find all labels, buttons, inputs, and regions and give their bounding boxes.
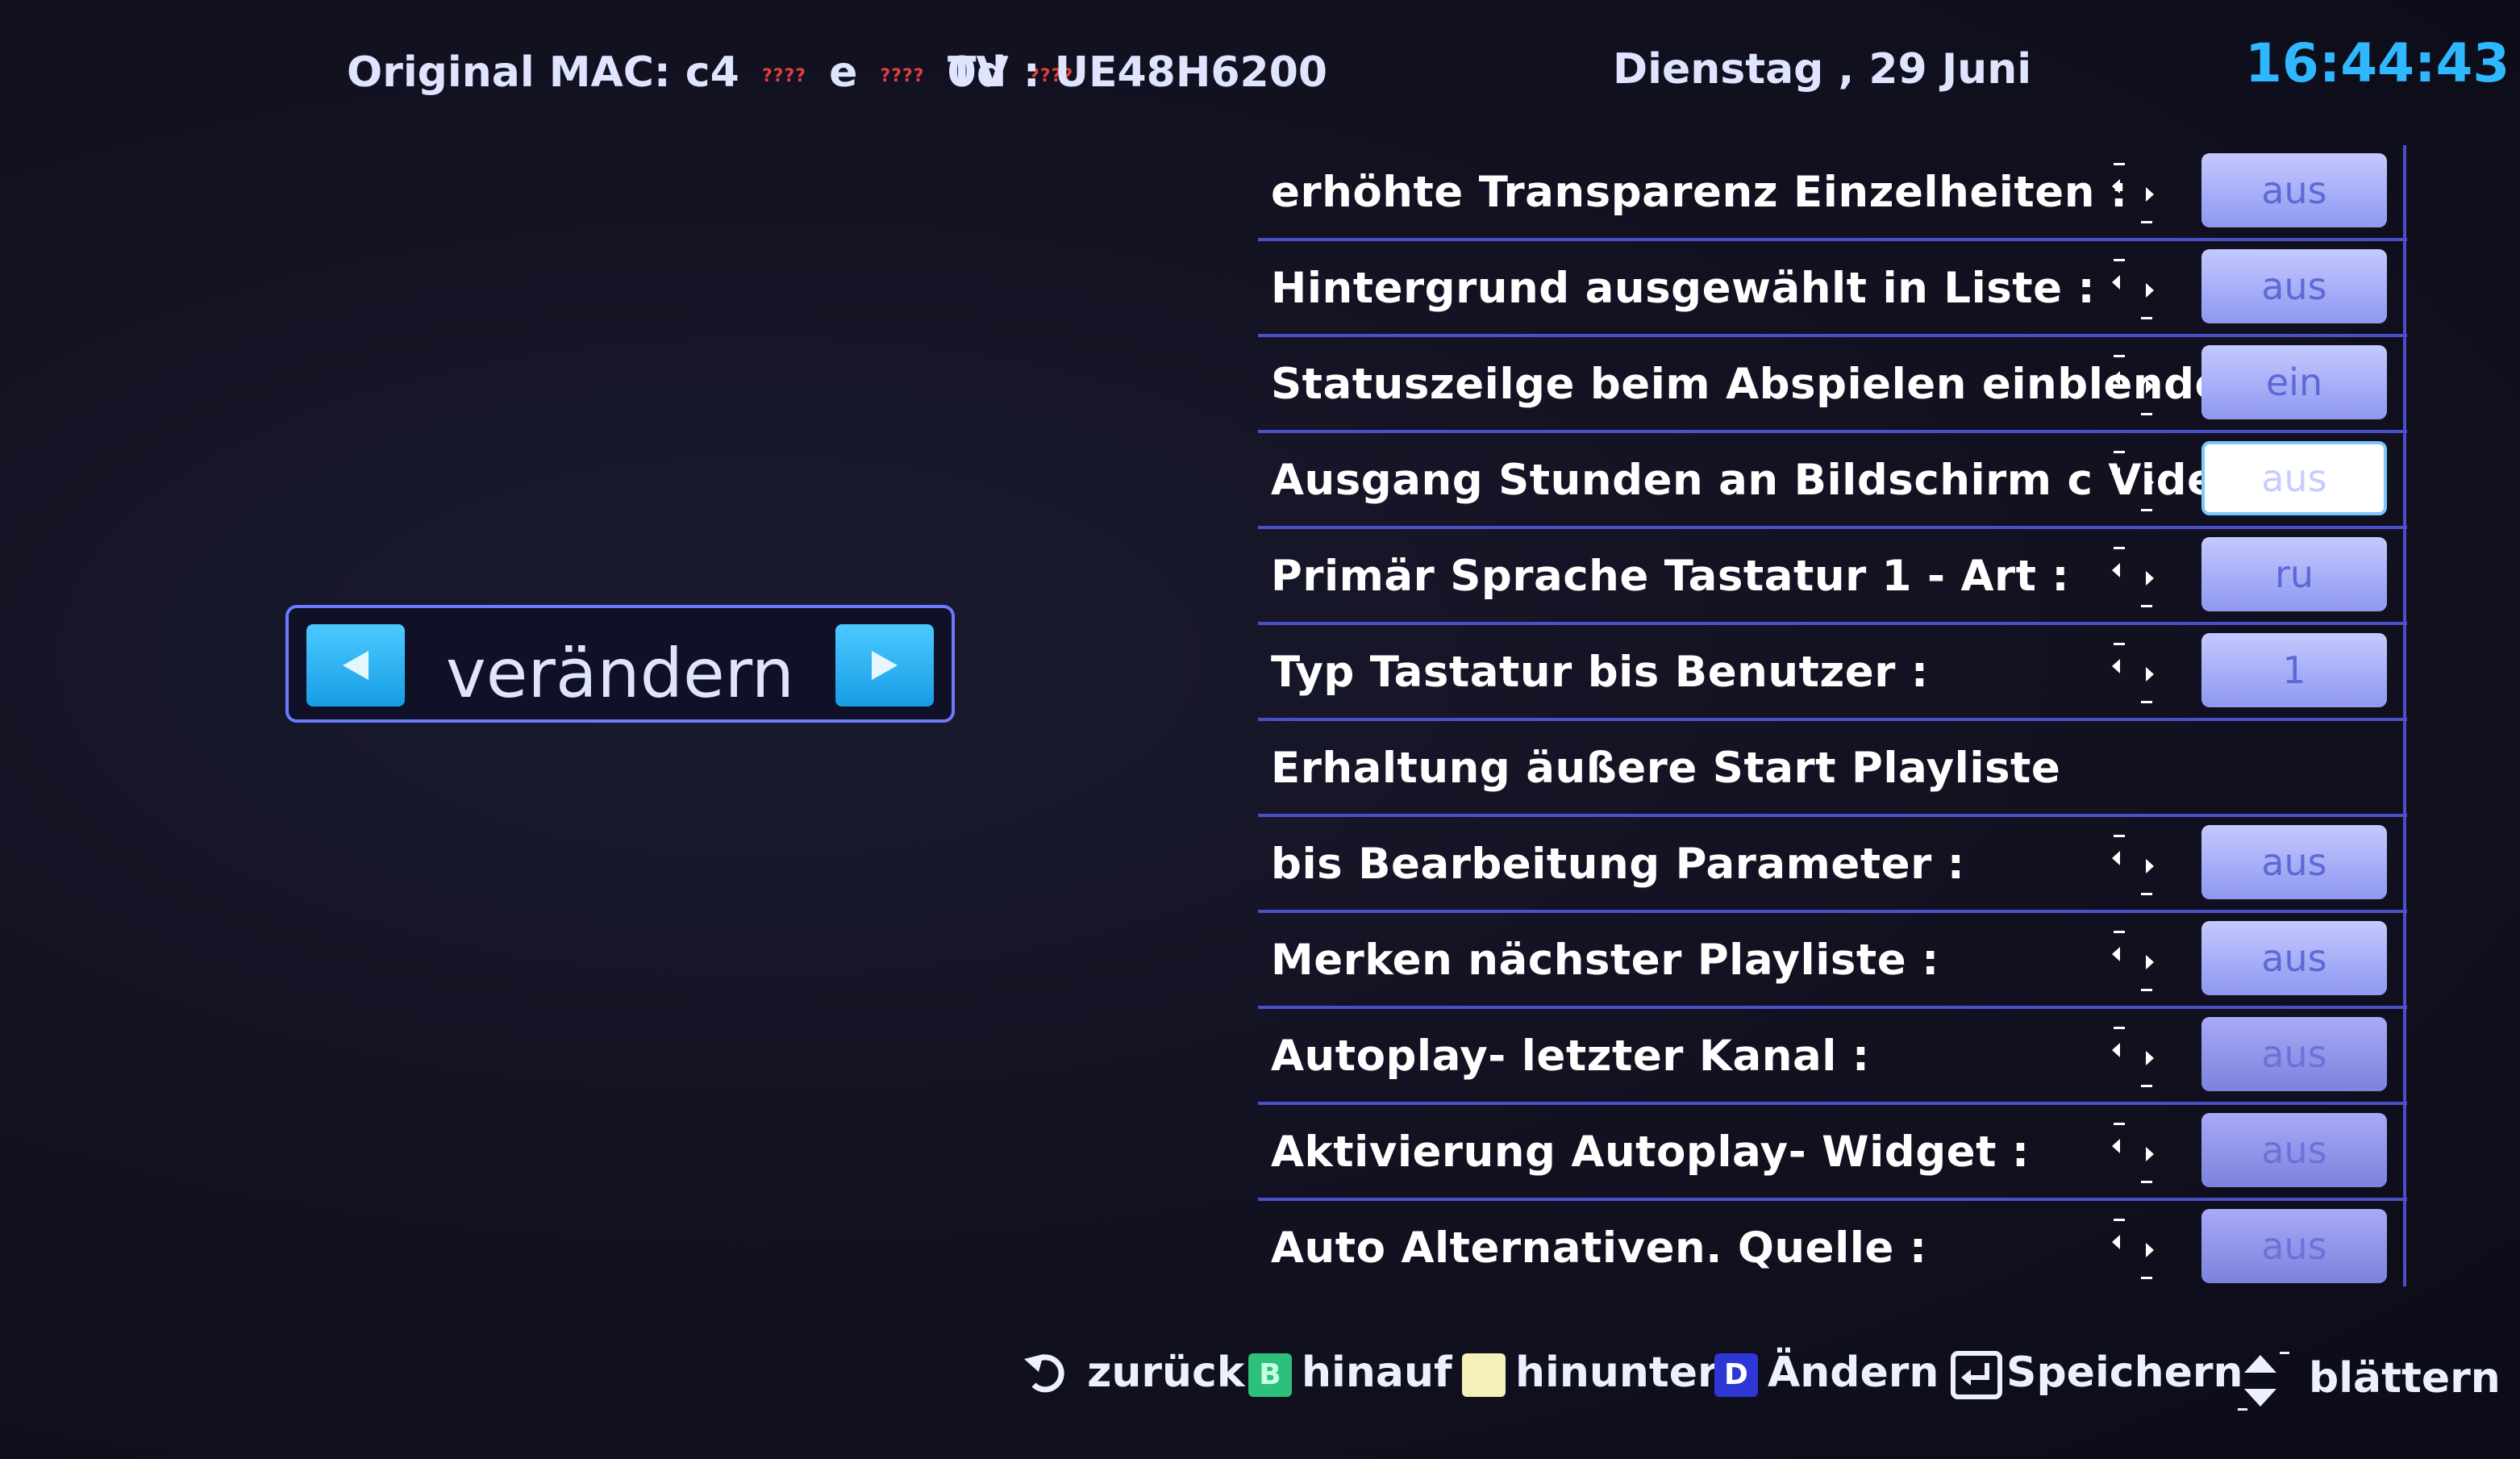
up-down-arrows-icon bbox=[2238, 1352, 2289, 1411]
setting-row[interactable]: bis Bearbeitung Parameter : aus bbox=[1258, 817, 2407, 913]
setting-value[interactable]: aus bbox=[2201, 153, 2387, 227]
left-right-arrows-icon bbox=[2112, 163, 2154, 223]
up-action[interactable]: Bhinauf bbox=[1248, 1349, 1452, 1397]
scroll-action[interactable]: blättern bbox=[2236, 1349, 2501, 1413]
change-action-label: Ändern bbox=[1768, 1349, 1939, 1397]
setting-row[interactable]: Typ Tastatur bis Benutzer : 1 bbox=[1258, 625, 2407, 721]
settings-list: erhöhte Transparenz Einzelheiten : aus H… bbox=[1258, 145, 2407, 1297]
left-right-arrows-icon bbox=[2112, 259, 2154, 319]
enter-save-icon bbox=[1951, 1351, 2002, 1399]
setting-value[interactable]: aus bbox=[2201, 1113, 2387, 1187]
setting-row[interactable]: Hintergrund ausgewählt in Liste : aus bbox=[1258, 241, 2407, 337]
setting-label: Auto Alternativen. Quelle : bbox=[1271, 1223, 1927, 1273]
setting-value[interactable]: aus bbox=[2201, 1209, 2387, 1283]
setting-row[interactable]: Primär Sprache Tastatur 1 - Art : ru bbox=[1258, 529, 2407, 625]
setting-value[interactable]: ru bbox=[2201, 537, 2387, 611]
up-label: hinauf bbox=[1302, 1349, 1452, 1397]
left-right-arrows-icon bbox=[2112, 355, 2154, 415]
left-right-arrows-icon bbox=[2112, 1027, 2154, 1087]
setting-label: Primär Sprache Tastatur 1 - Art : bbox=[1271, 552, 2070, 601]
mac-label: Original MAC: c4 bbox=[347, 48, 739, 97]
setting-label: Autoplay- letzter Kanal : bbox=[1271, 1032, 1870, 1081]
setting-value[interactable]: aus bbox=[2201, 249, 2387, 323]
left-right-arrows-icon bbox=[2112, 643, 2154, 703]
setting-label: Aktivierung Autoplay- Widget : bbox=[1271, 1128, 2030, 1177]
back-label: zurück bbox=[1087, 1349, 1245, 1397]
change-action[interactable]: D Ändern bbox=[1714, 1349, 1939, 1397]
mac-mask-1: ???? bbox=[761, 66, 806, 86]
setting-label: Hintergrund ausgewählt in Liste : bbox=[1271, 264, 2096, 313]
arrow-right-icon bbox=[872, 651, 898, 680]
setting-row[interactable]: Aktivierung Autoplay- Widget : aus bbox=[1258, 1105, 2407, 1201]
setting-row[interactable]: erhöhte Transparenz Einzelheiten : aus bbox=[1258, 145, 2407, 241]
setting-value[interactable]: 1 bbox=[2201, 633, 2387, 707]
setting-row[interactable]: Statuszeilge beim Abspielen einblenden :… bbox=[1258, 337, 2407, 433]
setting-row[interactable]: Auto Alternativen. Quelle : aus bbox=[1258, 1201, 2407, 1297]
tv-model: TV : UE48H6200 bbox=[948, 48, 1328, 97]
setting-row[interactable]: Merken nächster Playliste : aus bbox=[1258, 913, 2407, 1009]
setting-row[interactable]: Autoplay- letzter Kanal : aus bbox=[1258, 1009, 2407, 1105]
left-right-arrows-icon bbox=[2112, 1123, 2154, 1183]
setting-value[interactable]: ein bbox=[2201, 345, 2387, 419]
setting-value-selected[interactable]: aus bbox=[2201, 441, 2387, 515]
save-action[interactable]: Speichern bbox=[1950, 1349, 2243, 1400]
setting-label: Merken nächster Playliste : bbox=[1271, 936, 1939, 985]
back-arrow-icon bbox=[1024, 1354, 1064, 1393]
left-right-arrows-icon bbox=[2112, 835, 2154, 895]
left-right-arrows-icon bbox=[2112, 931, 2154, 991]
mac-part-2: e bbox=[829, 48, 858, 97]
setting-label: Typ Tastatur bis Benutzer : bbox=[1271, 648, 1929, 697]
scroll-label: blättern bbox=[2309, 1354, 2501, 1403]
setting-value[interactable]: aus bbox=[2201, 825, 2387, 899]
date-display: Dienstag , 29 Juni bbox=[1613, 45, 2032, 94]
setting-value[interactable]: aus bbox=[2201, 921, 2387, 995]
footer-legend: zurück Bhinauf hinunter D Ändern Speicher… bbox=[1023, 1337, 2501, 1411]
setting-label: bis Bearbeitung Parameter : bbox=[1271, 840, 1965, 889]
setting-row-selected[interactable]: Ausgang Stunden an Bildschirm c Video au… bbox=[1258, 433, 2407, 529]
clock: 16:44:43 bbox=[2245, 32, 2510, 94]
back-action[interactable]: zurück bbox=[1023, 1349, 1244, 1398]
section-header-label: Erhaltung äußere Start Playliste bbox=[1271, 744, 2061, 793]
left-right-arrows-icon bbox=[2112, 1219, 2154, 1279]
down-label: hinunter bbox=[1515, 1349, 1718, 1397]
green-b-key-icon: B bbox=[1248, 1353, 1292, 1397]
blue-d-key-icon: D bbox=[1714, 1353, 1758, 1397]
setting-label: Ausgang Stunden an Bildschirm c Video bbox=[1271, 456, 2247, 505]
yellow-key-icon bbox=[1462, 1353, 1506, 1397]
left-right-arrows-icon bbox=[2112, 547, 2154, 607]
next-arrow-button[interactable] bbox=[835, 624, 934, 707]
setting-label: erhöhte Transparenz Einzelheiten : bbox=[1271, 168, 2128, 217]
setting-value[interactable]: aus bbox=[2201, 1017, 2387, 1091]
mac-mask-2: ???? bbox=[880, 66, 925, 86]
left-right-arrows-icon bbox=[2112, 451, 2154, 511]
down-action[interactable]: hinunter bbox=[1462, 1349, 1718, 1397]
change-selector[interactable]: verändern bbox=[285, 605, 955, 723]
save-label: Speichern bbox=[2006, 1349, 2243, 1397]
setting-section-header: Erhaltung äußere Start Playliste bbox=[1258, 721, 2407, 817]
